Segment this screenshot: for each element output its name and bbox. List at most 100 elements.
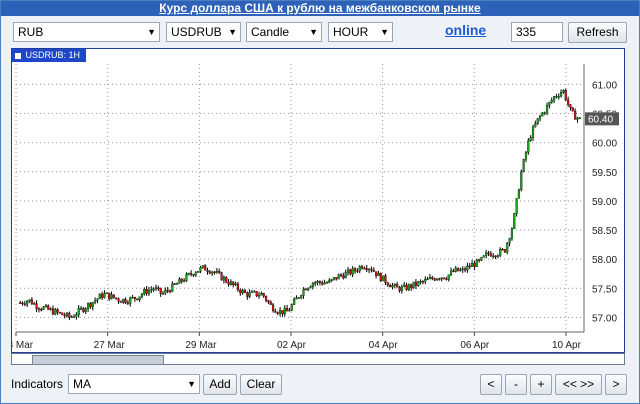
- candle-body: [77, 308, 80, 315]
- candle-body: [23, 303, 26, 305]
- currency-select[interactable]: RUB ▼: [13, 22, 160, 42]
- dropdown-arrow-icon: ▼: [309, 27, 318, 37]
- candle-body: [548, 102, 551, 106]
- candle-body: [513, 213, 516, 229]
- candle-body: [117, 298, 120, 302]
- scrollbar-thumb[interactable]: [32, 355, 164, 365]
- candle-body: [37, 308, 40, 310]
- candle-body: [459, 269, 462, 272]
- zoom-out-button[interactable]: -: [505, 374, 527, 395]
- candle-body: [578, 117, 581, 119]
- chart-area[interactable]: 57.0057.5058.0058.5059.0059.5060.0060.50…: [11, 48, 625, 353]
- refresh-button[interactable]: Refresh: [568, 22, 627, 43]
- candle-body: [281, 310, 284, 315]
- x-tick-label: 29 Mar: [185, 340, 217, 351]
- x-tick-label: 04 Apr: [369, 340, 399, 351]
- indicators-label: Indicators: [11, 377, 64, 391]
- candle-body: [365, 268, 368, 271]
- candle-body: [353, 268, 357, 272]
- candle-body: [447, 274, 450, 280]
- fit-all-button[interactable]: << >>: [555, 374, 602, 395]
- candle-body: [171, 283, 174, 292]
- candle-body: [454, 267, 457, 272]
- dropdown-arrow-icon: ▼: [147, 27, 156, 37]
- currency-select-value: RUB: [18, 25, 44, 39]
- candle-body: [297, 297, 300, 299]
- candle-body: [49, 308, 52, 310]
- candle-body: [157, 287, 160, 289]
- candle-body: [175, 283, 179, 285]
- scroll-right-button[interactable]: >: [605, 374, 627, 395]
- app-frame: Курс доллара США к рублю на межбанковско…: [0, 0, 640, 404]
- candle-body: [239, 289, 242, 294]
- candle-body: [86, 303, 90, 309]
- candle-body: [316, 281, 319, 283]
- candle-body: [382, 275, 385, 282]
- candle-body: [68, 312, 71, 318]
- candle-body: [466, 265, 469, 271]
- candle-body: [545, 105, 549, 113]
- candle-body: [375, 271, 378, 276]
- chart-type-select[interactable]: Candle ▼: [246, 22, 322, 42]
- candle-body: [19, 302, 22, 305]
- candle-body: [564, 90, 567, 101]
- candle-body: [414, 281, 417, 286]
- candle-body: [438, 278, 441, 280]
- candle-body: [229, 281, 233, 285]
- candle-body: [54, 309, 57, 315]
- candle-body: [496, 255, 499, 257]
- add-indicator-button[interactable]: Add: [203, 374, 237, 395]
- candle-body: [222, 277, 225, 281]
- candle-body: [515, 198, 518, 214]
- candle-body: [480, 257, 483, 261]
- candle-body: [166, 290, 169, 292]
- candle-body: [47, 305, 50, 310]
- candle-body: [190, 273, 193, 275]
- candle-body: [557, 95, 560, 98]
- candle-body: [58, 312, 62, 314]
- candle-body: [110, 294, 113, 300]
- candle-body: [543, 112, 546, 114]
- candle-body: [332, 277, 336, 280]
- candle-body: [412, 281, 415, 288]
- interval-select[interactable]: HOUR ▼: [328, 22, 393, 42]
- candle-body: [101, 293, 104, 298]
- candle-body: [356, 270, 359, 273]
- candle-body: [398, 286, 401, 292]
- candle-body: [407, 284, 410, 290]
- candle-body: [541, 112, 544, 117]
- candle-body: [396, 284, 399, 288]
- candle-body: [304, 288, 307, 291]
- candle-body: [96, 298, 99, 301]
- candle-body: [499, 249, 502, 256]
- online-link[interactable]: online: [445, 22, 486, 38]
- pair-select[interactable]: USDRUB ▼: [166, 22, 241, 42]
- candle-body: [82, 308, 85, 312]
- candle-body: [236, 283, 240, 291]
- candle-body: [520, 171, 523, 191]
- candle-body: [183, 280, 186, 282]
- candle-body: [318, 281, 321, 283]
- candle-body: [218, 271, 221, 273]
- candle-body: [531, 126, 535, 138]
- candle-body: [241, 290, 244, 294]
- candle-body: [178, 278, 181, 284]
- chart-scrollbar[interactable]: [11, 353, 625, 365]
- y-tick-label: 59.00: [592, 197, 617, 208]
- page-title[interactable]: Курс доллара США к рублю на межбанковско…: [1, 1, 639, 16]
- candle-body: [206, 270, 209, 272]
- candle-body: [91, 302, 94, 307]
- candle-body: [257, 295, 261, 297]
- candle-body: [550, 100, 553, 103]
- clear-indicators-button[interactable]: Clear: [240, 374, 282, 395]
- candle-body: [473, 263, 476, 267]
- zoom-in-button[interactable]: +: [530, 374, 552, 395]
- candle-body: [295, 297, 298, 300]
- candle-body: [108, 292, 111, 300]
- candle-body: [342, 275, 345, 279]
- candle-body: [262, 293, 265, 297]
- indicator-select[interactable]: MA ▼: [68, 374, 200, 394]
- scroll-left-button[interactable]: <: [480, 374, 502, 395]
- candle-body: [510, 228, 514, 239]
- bars-count-input[interactable]: 335: [511, 22, 563, 42]
